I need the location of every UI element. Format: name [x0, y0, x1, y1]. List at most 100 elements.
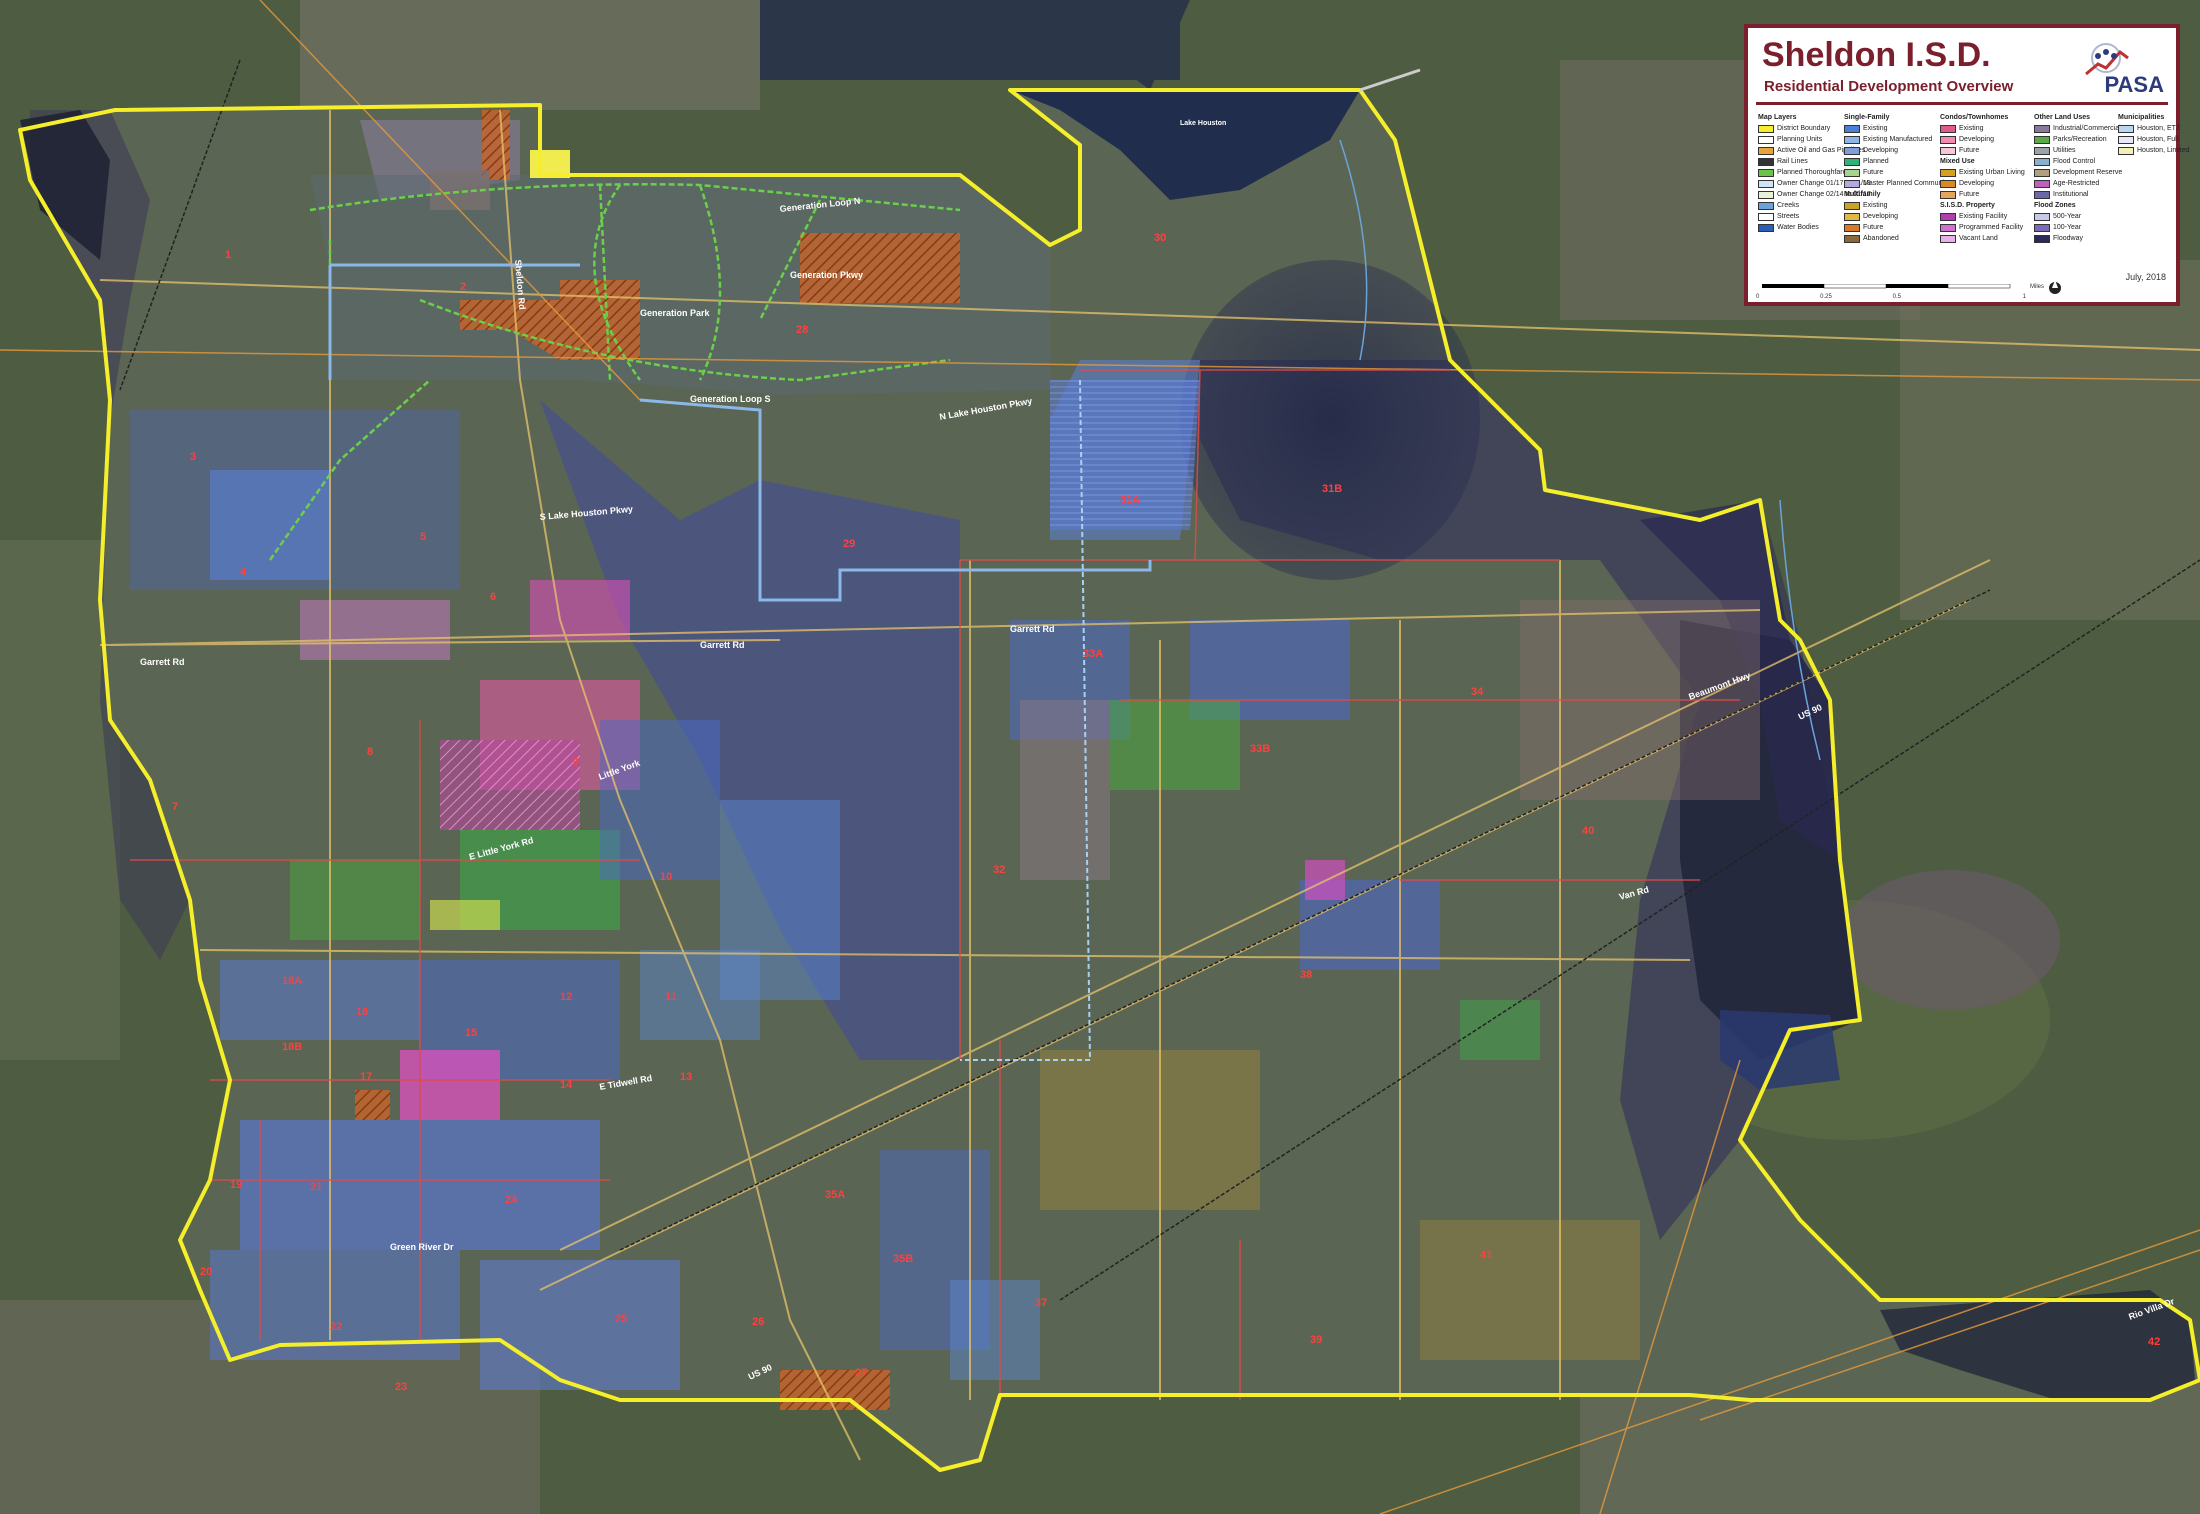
legend-item-label: Existing Manufactured	[1863, 136, 1933, 143]
legend-item: Houston, Full	[2118, 134, 2190, 145]
legend-item-label: Utilities	[2053, 147, 2076, 154]
legend-swatch	[2034, 223, 2050, 232]
legend-item: Master Planned Community	[1844, 178, 1949, 189]
legend-item: Mixed Use	[1940, 156, 2025, 167]
legend-item: Developing	[1940, 178, 2025, 189]
legend-item-label: 500-Year	[2053, 213, 2082, 220]
planning-unit-label: 15	[465, 1027, 477, 1039]
parks-recreation	[1110, 700, 1240, 790]
legend-item-label: Houston, Full	[2137, 136, 2179, 143]
legend-item: Developing	[1844, 145, 1949, 156]
legend-item: S.I.S.D. Property	[1940, 200, 2025, 211]
planning-unit-label: 17	[360, 1071, 372, 1083]
scale-tick: 1	[2022, 294, 2026, 300]
planning-unit-label: 35A	[825, 1189, 845, 1201]
planning-unit-label: 39	[1310, 1334, 1322, 1346]
legend-column-header: Single-Family	[1844, 114, 1890, 121]
planning-unit-label: 31A	[1120, 494, 1140, 506]
legend-item-label: Mixed Use	[1940, 158, 1975, 165]
planning-unit-label: 13	[680, 1071, 692, 1083]
planning-unit-label: 2	[460, 281, 466, 293]
legend-swatch	[2034, 212, 2050, 221]
legend-item: Planned	[1844, 156, 1949, 167]
legend-swatch	[1758, 146, 1774, 155]
wetland-area	[1840, 870, 2060, 1010]
single-family-existing	[640, 950, 760, 1040]
planning-unit-label: 25	[615, 1313, 627, 1325]
legend-item-label: Age-Restricted	[2053, 180, 2100, 187]
legend-swatch	[1844, 146, 1860, 155]
planning-unit-label: 22	[330, 1321, 342, 1333]
legend-swatch	[1940, 179, 1956, 188]
legend-item: Houston, Limited	[2118, 145, 2190, 156]
legend-item: 100-Year	[2034, 222, 2122, 233]
legend-item: Developing	[1844, 211, 1949, 222]
legend-swatch	[1758, 190, 1774, 199]
legend-item-label: Streets	[1777, 213, 1800, 220]
planning-unit-label: 8	[367, 746, 373, 758]
pasa-logo-text: PASA	[2104, 72, 2165, 97]
legend-item-label: Existing	[1863, 202, 1888, 209]
legend-swatch	[1940, 212, 1956, 221]
label-generation-loop-s: Generation Loop S	[690, 394, 771, 404]
legend-item-label: Water Bodies	[1777, 224, 1819, 231]
condo-existing	[530, 580, 630, 640]
planning-unit-label: 34	[1471, 686, 1484, 698]
legend-item: Multifamily	[1844, 189, 1949, 200]
legend-item-label: Development Reserve	[2053, 169, 2123, 176]
legend-item: Vacant Land	[1940, 233, 2025, 244]
legend-item-label: Creeks	[1777, 202, 1800, 209]
single-family-future	[430, 900, 500, 930]
legend-item-label: Flood Zones	[2034, 202, 2076, 209]
legend-column-header: Other Land Uses	[2034, 114, 2091, 121]
legend-item: Developing	[1940, 134, 2025, 145]
legend-swatch	[1940, 223, 1956, 232]
planning-unit-label: 14	[560, 1079, 573, 1091]
legend-swatch	[1844, 135, 1860, 144]
scale-bar	[1762, 284, 2011, 289]
legend-item-label: Abandoned	[1863, 235, 1899, 242]
legend-item-label: Existing Facility	[1959, 213, 2008, 220]
legend-item-label: Floodway	[2053, 235, 2083, 242]
legend-item-label: Houston, ETJ	[2137, 125, 2180, 132]
legend-swatch	[2034, 157, 2050, 166]
legend-swatch	[1758, 212, 1774, 221]
legend-item-label: Institutional	[2053, 191, 2089, 198]
legend-column-header: Condos/Townhomes	[1940, 114, 2009, 121]
planning-unit-label: 3	[190, 451, 196, 463]
multifamily-existing	[1420, 1220, 1640, 1360]
legend-item-label: Developing	[1959, 180, 1995, 187]
legend-swatch	[1844, 234, 1860, 243]
scale-units: Miles	[2030, 284, 2045, 290]
legend-divider	[1756, 102, 2168, 105]
legend-item-label: Rail Lines	[1777, 158, 1808, 165]
map-date: July, 2018	[2125, 272, 2166, 282]
legend-swatch	[2034, 179, 2050, 188]
label-garrett-rd-mid: Garrett Rd	[700, 640, 745, 650]
single-family-existing	[210, 470, 330, 580]
label-garrett-rd-e: Garrett Rd	[1010, 624, 1055, 634]
legend-item-label: Vacant Land	[1959, 235, 1998, 242]
legend-item: Programmed Facility	[1940, 222, 2025, 233]
label-garrett-rd-w: Garrett Rd	[140, 657, 185, 667]
multifamily-future-hatched	[780, 1370, 890, 1410]
legend-swatch	[1758, 168, 1774, 177]
school-property	[482, 110, 510, 180]
scale-ticks: 0 0.25 0.5 1	[1756, 294, 2026, 300]
legend-item-label: Houston, Limited	[2137, 147, 2190, 154]
legend-item-label: Planned	[1863, 158, 1889, 165]
legend-item: Development Reserve	[2034, 167, 2122, 178]
legend-item: Flood Control	[2034, 156, 2122, 167]
legend-swatch	[2118, 124, 2134, 133]
legend-swatch	[1844, 168, 1860, 177]
legend-item-label: Flood Control	[2053, 158, 2096, 165]
map-subtitle: Residential Development Overview	[1764, 78, 2014, 95]
label-generation-park: Generation Park	[640, 308, 711, 318]
planning-unit-label: 33B	[1250, 743, 1270, 755]
legend-swatch	[1758, 179, 1774, 188]
legend-item: Future	[1844, 167, 1949, 178]
legend-swatch	[1758, 201, 1774, 210]
planning-unit-label: 18B	[282, 1041, 302, 1053]
planning-unit-label: 10	[660, 871, 672, 883]
planning-unit-label: 11	[665, 991, 677, 1003]
